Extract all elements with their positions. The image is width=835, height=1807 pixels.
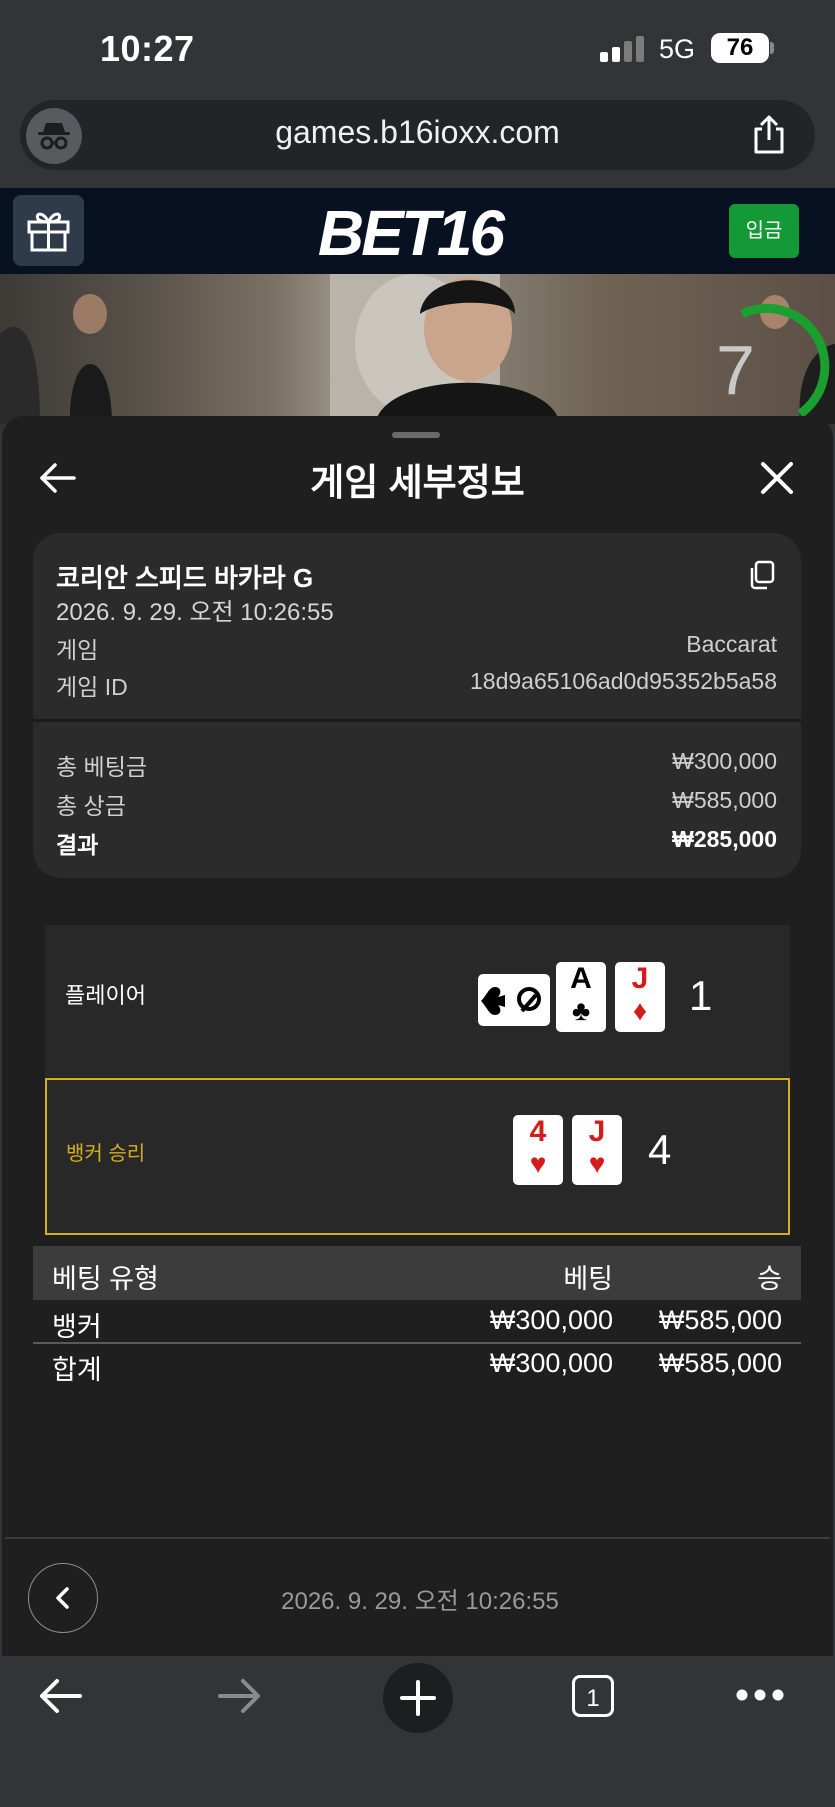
game-id-label: 게임 ID <box>56 674 128 700</box>
result-label: 결과 <box>56 832 99 858</box>
video-frame-image <box>0 274 835 424</box>
gift-button[interactable] <box>13 195 84 266</box>
round-timer: 7 <box>716 331 755 409</box>
bet-row-win: ₩585,000 <box>658 1305 782 1335</box>
tabs-button[interactable]: 1 <box>572 1675 614 1717</box>
sheet-title: 게임 세부정보 <box>310 462 525 503</box>
new-tab-button[interactable] <box>383 1663 453 1733</box>
table-divider <box>33 1342 801 1344</box>
bet-row-type: 뱅커 <box>52 1312 102 1342</box>
banker-card-2-rank: J <box>588 1115 606 1148</box>
sheet-grabber[interactable] <box>392 432 440 438</box>
player-score: 1 <box>689 972 713 1019</box>
chevron-left-icon <box>56 1587 69 1609</box>
game-datetime: 2026. 9. 29. 오전 10:26:55 <box>56 599 334 626</box>
diamond-suit-icon: ♦ <box>632 995 648 1026</box>
incognito-icon[interactable] <box>26 108 82 164</box>
banker-card-1-rank: 4 <box>529 1115 547 1148</box>
previous-round-button[interactable] <box>28 1563 98 1633</box>
banker-win-label: 뱅커 승리 <box>66 1143 146 1165</box>
total-win-label: 총 상금 <box>56 793 126 819</box>
player-third-card-sideways <box>478 974 550 1026</box>
game-label: 게임 <box>56 637 99 663</box>
card-divider <box>33 719 801 722</box>
total-row-win: ₩585,000 <box>658 1348 782 1378</box>
banker-card-1: 4 ♥ <box>513 1115 563 1185</box>
site-logo[interactable]: BET16 <box>290 196 530 270</box>
game-id-value[interactable]: 18d9a65106ad0d95352b5a58 <box>400 668 777 695</box>
game-value: Baccarat <box>686 631 777 657</box>
back-icon[interactable] <box>38 1676 84 1716</box>
player-label: 플레이어 <box>65 983 146 1008</box>
battery-icon: 76 <box>711 33 769 63</box>
heart-suit-icon: ♥ <box>588 1148 606 1179</box>
heart-suit-icon: ♥ <box>529 1148 547 1179</box>
bet-row-amount: ₩300,000 <box>489 1305 613 1335</box>
player-hand-row <box>45 925 790 1077</box>
signal-icon <box>600 36 644 62</box>
footer-divider <box>5 1537 830 1539</box>
banker-score: 4 <box>648 1126 672 1173</box>
gift-icon <box>27 212 70 252</box>
banker-hand-row-winner <box>45 1078 790 1235</box>
status-time: 10:27 <box>100 28 195 69</box>
plus-icon <box>400 1680 436 1716</box>
player-card-2: J ♦ <box>615 962 665 1032</box>
win-amount-header: 승 <box>757 1264 782 1294</box>
copy-icon[interactable] <box>748 560 776 590</box>
bet-type-header: 베팅 유형 <box>52 1264 159 1294</box>
banker-card-2: J ♥ <box>572 1115 622 1185</box>
forward-icon[interactable] <box>216 1676 262 1716</box>
club-suit-icon: ♣ <box>571 995 591 1026</box>
player-card-1: A ♣ <box>556 962 606 1032</box>
total-row-amount: ₩300,000 <box>489 1348 613 1378</box>
player-card-1-rank: A <box>570 962 592 995</box>
deposit-button[interactable]: 입금 <box>729 204 799 258</box>
back-arrow-icon[interactable] <box>38 458 78 498</box>
url-text[interactable]: games.b16ioxx.com <box>120 114 715 151</box>
total-bet-value: ₩300,000 <box>672 748 777 774</box>
footer-datetime: 2026. 9. 29. 오전 10:26:55 <box>281 1588 559 1615</box>
player-card-2-rank: J <box>631 962 649 995</box>
spade-q-sideways-icon <box>481 987 541 1015</box>
bet-amount-header: 베팅 <box>563 1264 613 1294</box>
live-video[interactable] <box>0 274 835 424</box>
network-type: 5G <box>659 34 696 64</box>
more-icon[interactable] <box>735 1688 785 1702</box>
total-bet-label: 총 베팅금 <box>56 754 148 780</box>
battery-tip <box>770 42 774 54</box>
game-name: 코리안 스피드 바카라 G <box>56 563 314 593</box>
share-icon[interactable] <box>750 115 788 155</box>
result-value: ₩285,000 <box>672 826 777 852</box>
total-win-value: ₩585,000 <box>672 787 777 813</box>
close-icon[interactable] <box>757 458 797 498</box>
total-row-type: 합계 <box>52 1355 102 1385</box>
